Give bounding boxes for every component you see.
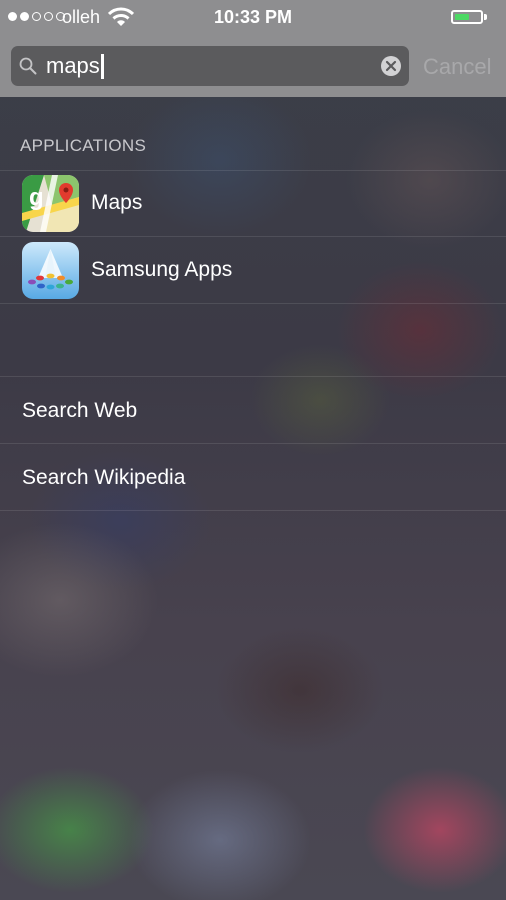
- search-query: maps: [46, 53, 104, 79]
- clock: 10:33 PM: [213, 7, 293, 27]
- search-web-label: Search Web: [22, 399, 138, 422]
- divider: [0, 510, 506, 511]
- status-bar: olleh 10:33 PM: [0, 0, 506, 36]
- cancel-button[interactable]: Cancel: [423, 54, 491, 80]
- search-header: olleh 10:33 PM maps Cancel: [0, 0, 506, 97]
- text-caret: [100, 53, 104, 79]
- search-web-row[interactable]: Search Web: [0, 377, 506, 443]
- result-app-maps[interactable]: g Maps: [0, 170, 506, 236]
- section-title-applications: APPLICATIONS: [20, 136, 147, 155]
- search-input[interactable]: maps: [11, 46, 409, 86]
- battery-level: [455, 14, 469, 20]
- result-app-label: Maps: [91, 191, 143, 214]
- google-maps-icon: g: [22, 175, 79, 232]
- divider: [0, 303, 506, 304]
- search-wikipedia-label: Search Wikipedia: [22, 466, 186, 489]
- search-wikipedia-row[interactable]: Search Wikipedia: [0, 444, 506, 510]
- result-app-samsung-apps[interactable]: Samsung Apps: [0, 237, 506, 303]
- search-query-text: maps: [46, 53, 100, 78]
- result-app-label: Samsung Apps: [91, 258, 233, 281]
- svg-text:g: g: [29, 184, 44, 211]
- clear-icon[interactable]: [380, 55, 402, 77]
- magnifier-icon: [19, 57, 37, 75]
- battery-icon: [451, 10, 483, 24]
- samsung-apps-icon: [22, 242, 79, 299]
- battery-tip: [484, 14, 487, 20]
